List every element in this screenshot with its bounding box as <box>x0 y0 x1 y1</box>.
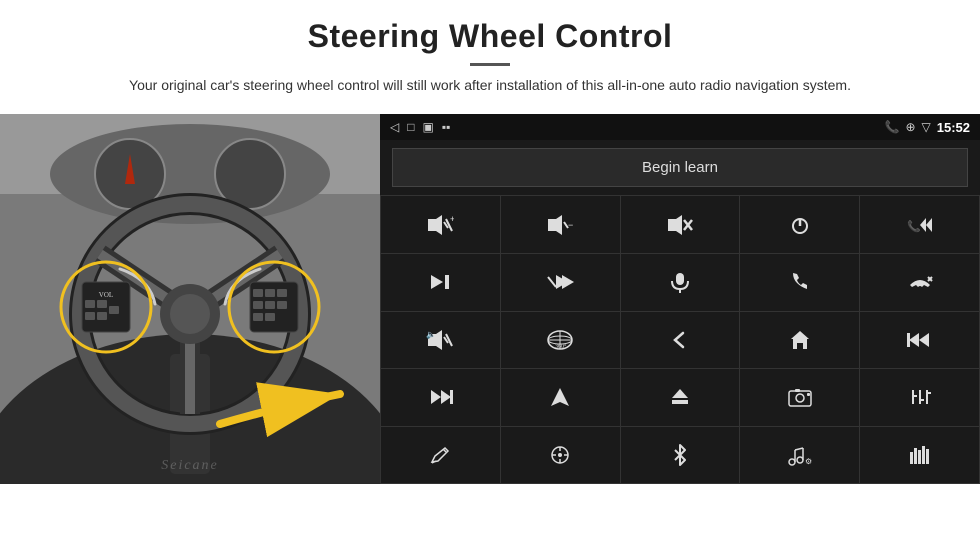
fast-forward-button[interactable] <box>381 369 500 426</box>
svg-text:−: − <box>568 220 573 230</box>
svg-text:🔈: 🔈 <box>426 330 436 339</box>
title-divider <box>470 63 510 66</box>
music-settings-button[interactable]: ⚙ <box>740 427 859 484</box>
content-row: VOL <box>0 114 980 548</box>
skip-cancel-button[interactable] <box>501 254 620 311</box>
navigate-button[interactable] <box>501 369 620 426</box>
call-prev-button[interactable]: 📞 <box>860 196 979 253</box>
svg-text:Seicane: Seicane <box>161 458 219 473</box>
status-bar: ◁ □ ▣ ▪▪ 📞 ⊕ ▽ 15:52 <box>380 114 980 140</box>
edit-button[interactable] <box>381 427 500 484</box>
car-background: VOL <box>0 114 380 484</box>
page-title: Steering Wheel Control <box>60 18 920 55</box>
header-section: Steering Wheel Control Your original car… <box>0 0 980 106</box>
location-status-icon: ⊕ <box>905 120 915 134</box>
circle-menu-button[interactable] <box>501 427 620 484</box>
phone-status-icon: 📞 <box>885 120 900 134</box>
wifi-status-icon: ▽ <box>922 120 931 134</box>
steering-wheel-svg: VOL <box>0 114 380 484</box>
camera-button[interactable] <box>740 369 859 426</box>
svg-text:VOL: VOL <box>99 291 113 299</box>
view-360-button[interactable]: 360° <box>501 312 620 369</box>
status-bar-left: ◁ □ ▣ ▪▪ <box>390 120 450 135</box>
hang-up-button[interactable] <box>860 254 979 311</box>
equalizer-button[interactable] <box>860 369 979 426</box>
next-button[interactable] <box>381 254 500 311</box>
svg-text:360°: 360° <box>555 343 567 350</box>
signal-icon: ▪▪ <box>442 120 451 135</box>
eject-button[interactable] <box>621 369 740 426</box>
fast-prev-button[interactable] <box>860 312 979 369</box>
home-button[interactable] <box>740 312 859 369</box>
subtitle: Your original car's steering wheel contr… <box>110 74 870 96</box>
bluetooth-button[interactable] <box>621 427 740 484</box>
vol-down-button[interactable]: − <box>501 196 620 253</box>
vol-up-button[interactable]: + <box>381 196 500 253</box>
back-icon[interactable]: ◁ <box>390 120 399 135</box>
car-panel: VOL <box>0 114 380 484</box>
mic-button[interactable] <box>621 254 740 311</box>
status-bar-right: 📞 ⊕ ▽ 15:52 <box>885 120 971 135</box>
time-display: 15:52 <box>937 120 970 135</box>
home-icon[interactable]: □ <box>407 120 414 135</box>
power-button[interactable] <box>740 196 859 253</box>
call-button[interactable] <box>740 254 859 311</box>
svg-text:📞: 📞 <box>907 219 921 233</box>
speaker-button[interactable]: 🔈 <box>381 312 500 369</box>
bar-eq-button[interactable] <box>860 427 979 484</box>
svg-text:+: + <box>450 214 454 224</box>
begin-learn-button[interactable]: Begin learn <box>392 148 968 187</box>
android-panel: ◁ □ ▣ ▪▪ 📞 ⊕ ▽ 15:52 Begin learn <box>380 114 980 484</box>
back-nav-button[interactable] <box>621 312 740 369</box>
controls-grid: + − <box>380 195 980 484</box>
svg-text:⚙: ⚙ <box>805 457 812 466</box>
mute-button[interactable] <box>621 196 740 253</box>
recent-icon[interactable]: ▣ <box>422 120 433 135</box>
begin-learn-row: Begin learn <box>380 140 980 195</box>
page-wrapper: Steering Wheel Control Your original car… <box>0 0 980 548</box>
